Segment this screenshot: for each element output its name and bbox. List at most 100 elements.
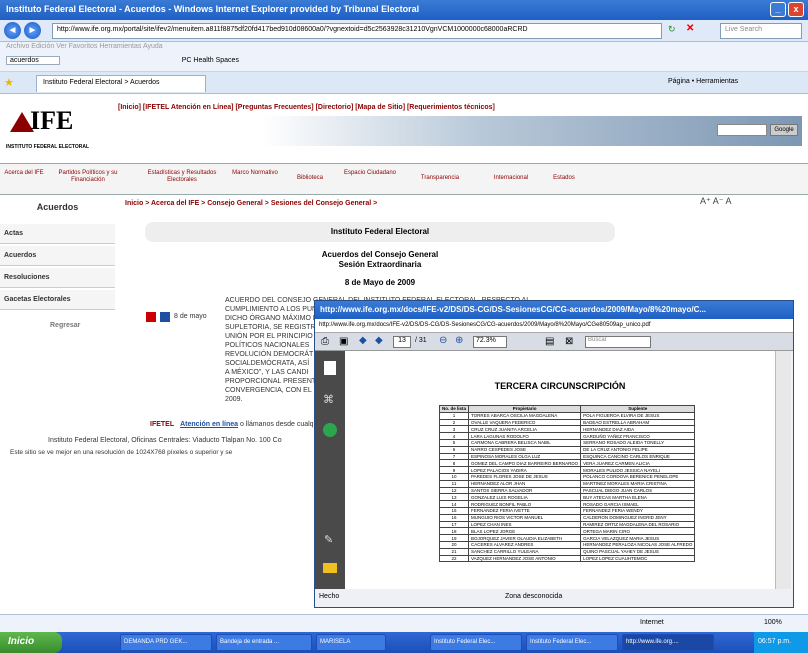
table-row: 19 BOJORQUEZ JAVIER OLAUDIA ELIZABETH GARC… xyxy=(438,534,696,542)
table-row: 21 SANCHEZ CARRILLO YULEANA QUINO PASCUAL … xyxy=(438,547,696,556)
table-cell: BLAS LOPEZ JORGE xyxy=(468,527,582,536)
logo-subtitle: INSTITUTO FEDERAL ELECTORAL xyxy=(6,144,90,150)
pages-icon[interactable] xyxy=(324,361,336,375)
comments-icon[interactable] xyxy=(323,563,337,573)
nav-estados[interactable]: Estados xyxy=(545,175,583,182)
zoom-select[interactable]: 72.3% xyxy=(473,336,507,348)
bookmarks-icon[interactable]: ⌘ xyxy=(323,393,334,406)
pdf-icon[interactable] xyxy=(146,312,156,322)
table-cell: GONZALEZ LUIS ROGELIA xyxy=(468,493,582,502)
nav-espacio[interactable]: Espacio Ciudadano xyxy=(340,170,400,177)
table-cell: 5 xyxy=(438,438,470,447)
google-search-button[interactable]: Google xyxy=(770,124,798,136)
nav-estadisticas[interactable]: Estadísticas y Resultados Electorales xyxy=(140,170,224,184)
breadcrumb[interactable]: Inicio > Acerca del IFE > Consejo Genera… xyxy=(125,200,377,207)
live-search-input[interactable]: Live Search xyxy=(720,23,802,39)
nav-transparencia[interactable]: Transparencia xyxy=(405,175,475,182)
taskbar: Inicio DEMANDA PRD GEK... Bandeja de ent… xyxy=(0,632,808,653)
sidebar-item-actas[interactable]: Actas xyxy=(0,224,115,244)
nav-internacional[interactable]: Internacional xyxy=(478,175,544,182)
sidebar-item-resoluciones[interactable]: Resoluciones xyxy=(0,268,115,288)
institution-heading: Instituto Federal Electoral xyxy=(145,222,615,242)
top-links[interactable]: [Inicio] [IFETEL Atención en Línea] [Pre… xyxy=(118,104,808,111)
stop-icon[interactable]: ✕ xyxy=(686,23,694,34)
pdf-side-panel: ⌘ ✎ xyxy=(315,351,345,589)
table-header: No. de lista xyxy=(438,405,470,413)
table-cell: RAMIREZ ORTIZ MAGDALENA DEL ROSARIO xyxy=(580,520,696,529)
table-cell: CRUZ CRUZ JUANITA ARCELIA xyxy=(468,425,582,434)
table-cell: 19 xyxy=(438,534,470,542)
zoom-level[interactable]: 100% xyxy=(764,619,782,626)
table-row: 8 GOMEZ DEL CAMPO DIAZ BARREIRO BERNARDO V… xyxy=(438,459,696,468)
table-cell: HERNANDEZ DIAZ AIDA xyxy=(580,425,696,434)
task-ife-2[interactable]: Instituto Federal Elec... xyxy=(526,634,618,651)
forward-icon[interactable]: ► xyxy=(24,22,41,39)
attachments-icon[interactable]: ✎ xyxy=(324,533,333,546)
table-row: 16 MUNGUIO RIOS VICTOR MANUEL CALDERON DOM… xyxy=(438,513,696,522)
prev-page-icon[interactable]: ◆ xyxy=(359,335,367,346)
word-icon[interactable] xyxy=(160,312,170,322)
task-marisela[interactable]: MARISELA xyxy=(316,634,386,651)
table-row: 11 HERNANDEZ ALOR JHAN MARTINEZ MORALES MA… xyxy=(438,479,696,488)
table-cell: 11 xyxy=(438,479,470,488)
refresh-icon[interactable]: ↻ xyxy=(668,24,676,35)
tab-row: ★ Instituto Federal Electoral > Acuerdos… xyxy=(0,72,808,94)
site-search-input[interactable] xyxy=(717,124,767,136)
sidebar-item-acuerdos[interactable]: Acuerdos xyxy=(0,246,115,266)
close-button[interactable]: x xyxy=(788,2,804,17)
back-icon[interactable]: ◄ xyxy=(4,22,21,39)
zoom-out-icon[interactable]: ⊖ xyxy=(439,335,447,346)
start-button[interactable]: Inicio xyxy=(0,632,62,653)
table-row: 2 OVALLE VAQUERA FEDERICO BADEAO ESTRELLA … xyxy=(438,418,696,427)
pdf-scrollbar[interactable] xyxy=(775,351,791,589)
table-cell: DE LA CRUZ ANTONIO FELIPE xyxy=(580,445,696,454)
fit-width-icon[interactable]: ⊠ xyxy=(565,336,573,347)
pdf-title: http://www.ife.org.mx/docs/IFE-v2/DS/DS-… xyxy=(315,301,793,319)
sidebar-heading: Acuerdos xyxy=(36,202,79,212)
signatures-icon[interactable] xyxy=(323,423,337,437)
address-bar[interactable]: http://www.ife.org.mx/portal/site/ifev2/… xyxy=(52,23,662,39)
nav-marco[interactable]: Marco Normativo xyxy=(228,170,282,177)
menu-bar[interactable]: Archivo Edición Ver Favoritos Herramient… xyxy=(0,42,808,54)
pdf-address[interactable]: http://www.ife.org.mx/docs/IFE-v2/DS/DS-… xyxy=(315,319,793,333)
pdf-find-input[interactable]: Buscar xyxy=(585,336,651,348)
table-cell: POLA FIGUEROA ELVIRA DE JESUS xyxy=(580,411,696,420)
minimize-button[interactable]: _ xyxy=(770,2,786,17)
table-cell: PAREDES FLORES JOSE DE JESUS xyxy=(468,472,582,481)
table-cell: CALDERON DOMINGUEZ INGRID JENY xyxy=(580,513,696,522)
main-nav: Acerca del IFE Partidos Políticos y su F… xyxy=(0,163,808,195)
nav-partidos[interactable]: Partidos Políticos y su Financiación xyxy=(50,170,126,184)
nav-biblioteca[interactable]: Biblioteca xyxy=(285,175,335,182)
task-demanda[interactable]: DEMANDA PRD GEK... xyxy=(120,634,212,651)
table-cell: 7 xyxy=(438,452,470,461)
table-cell: POLANCO CORDOVA BERENICE PENELOPE xyxy=(580,472,696,481)
pdf-heading: TERCERA CIRCUNSCRIPCIÓN xyxy=(494,381,626,391)
nav-acerca[interactable]: Acerca del IFE xyxy=(2,170,46,177)
toolbar-search-input[interactable]: acuerdos xyxy=(6,56,60,65)
zoom-in-icon[interactable]: ⊕ xyxy=(455,335,463,346)
pdf-popup-window: http://www.ife.org.mx/docs/IFE-v2/DS/DS-… xyxy=(314,300,794,608)
back-link[interactable]: Regresar xyxy=(50,322,80,329)
toolbar-links[interactable]: PC Health Spaces xyxy=(182,57,239,64)
ifetel-link[interactable]: Atención en línea xyxy=(180,421,238,428)
task-bandeja[interactable]: Bandeja de entrada ... xyxy=(216,634,312,651)
print-icon[interactable]: ⎙ xyxy=(321,336,329,347)
table-cell: FERNANDEZ FERIA IVETTE xyxy=(468,506,582,515)
favorites-star-icon[interactable]: ★ xyxy=(4,76,14,89)
tab-active[interactable]: Instituto Federal Electoral > Acuerdos xyxy=(36,75,206,92)
task-ife-1[interactable]: Instituto Federal Elec... xyxy=(430,634,522,651)
ife-logo[interactable]: IFE INSTITUTO FEDERAL ELECTORAL xyxy=(6,104,108,162)
next-page-icon[interactable]: ◆ xyxy=(375,335,383,346)
fit-page-icon[interactable]: ▤ xyxy=(545,336,554,347)
save-icon[interactable]: ▣ xyxy=(339,336,348,347)
table-header: Propietario xyxy=(468,405,582,413)
page-tools[interactable]: Página • Herramientas xyxy=(668,78,738,85)
text-size-tools[interactable]: A⁺ A⁻ A xyxy=(700,196,732,207)
table-row: 3 CRUZ CRUZ JUANITA ARCELIA HERNANDEZ DIAZ… xyxy=(438,425,696,434)
sidebar-item-gacetas[interactable]: Gacetas Electorales xyxy=(0,290,115,310)
task-pdf[interactable]: http://www.ife.org.... xyxy=(622,634,714,651)
logo-text: IFE xyxy=(30,106,74,135)
table-row: 13 GONZALEZ LUIS ROGELIA BUY ATECAS MARTHA… xyxy=(438,493,696,502)
table-row: 6 NARRO CESPEDES JOSE DE LA CRUZ ANTONIO F… xyxy=(438,445,696,454)
page-number-input[interactable]: 13 xyxy=(393,336,411,348)
